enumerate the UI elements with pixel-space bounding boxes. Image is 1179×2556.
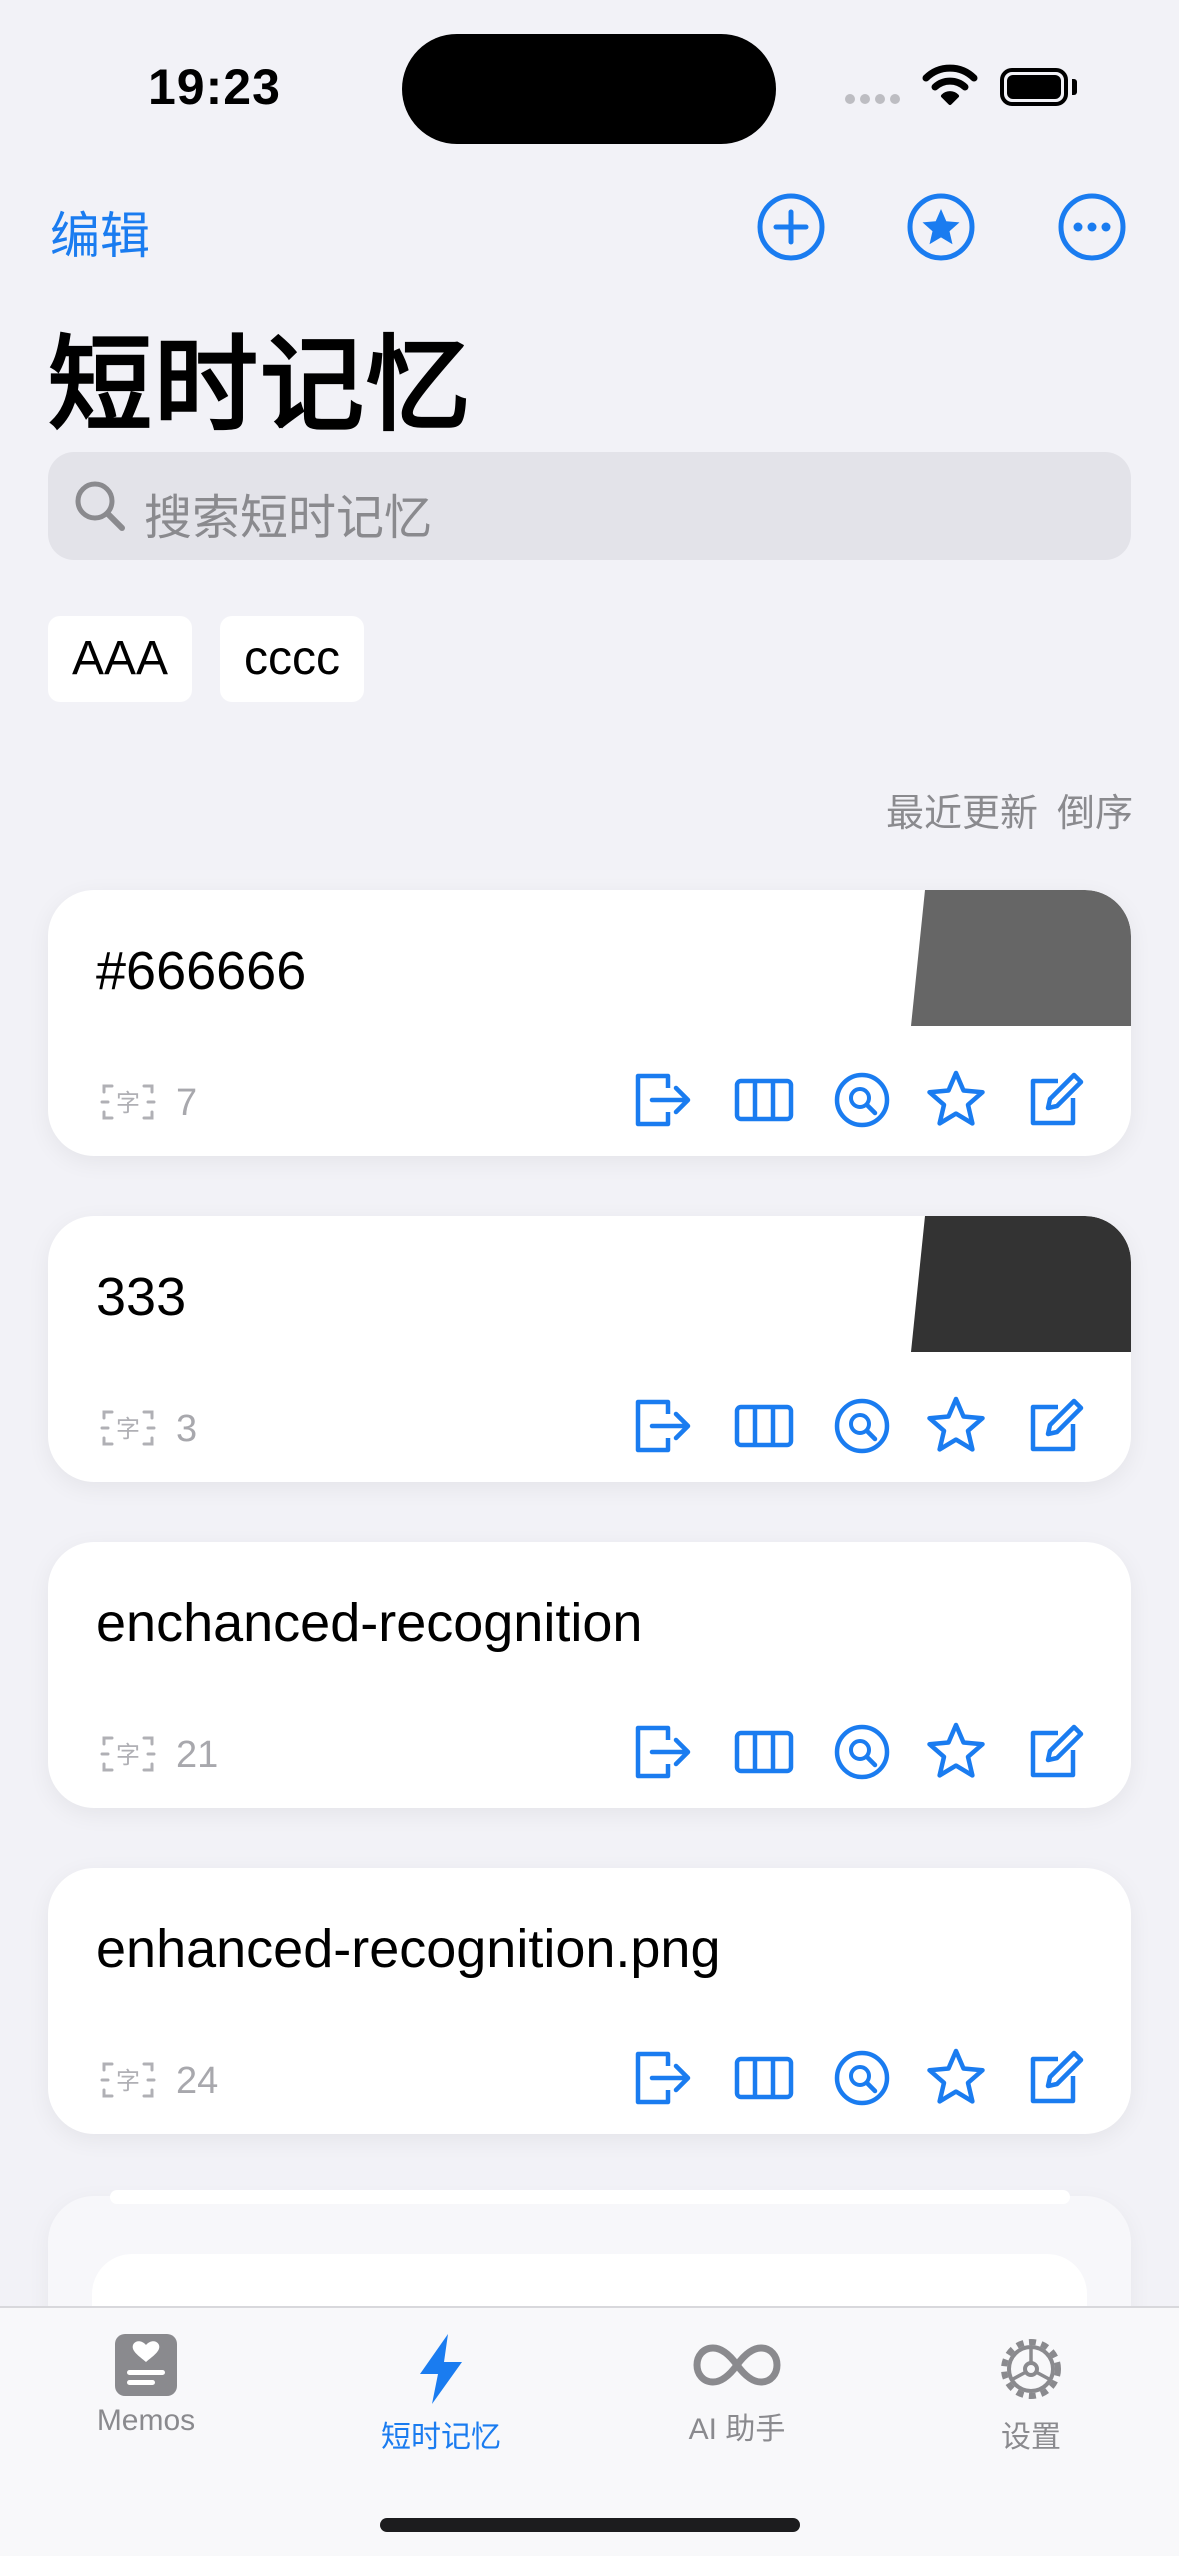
tab-label: 设置 — [1001, 2421, 1061, 2454]
sort-field-button[interactable]: 最近更新 — [886, 782, 1038, 837]
export-icon[interactable] — [630, 1720, 694, 1784]
search-icon — [75, 481, 125, 531]
search-placeholder: 搜索短时记忆 — [144, 492, 433, 545]
search-circle-icon[interactable] — [830, 2046, 894, 2110]
edit-icon[interactable] — [1022, 1068, 1086, 1132]
search-circle-icon[interactable] — [830, 1394, 894, 1458]
gear-icon — [1001, 2339, 1061, 2399]
card-title: #666666 — [96, 941, 307, 1001]
edit-icon[interactable] — [1022, 1394, 1086, 1458]
character-count-icon — [100, 1082, 156, 1122]
tag-chip[interactable]: AAA — [48, 616, 193, 702]
color-swatch — [911, 890, 1131, 1026]
tab-label: Memos — [96, 2404, 196, 2437]
plus-circle-icon[interactable] — [756, 192, 826, 262]
search-field[interactable]: 搜索短时记忆 — [48, 452, 1131, 560]
star-icon[interactable] — [924, 1068, 988, 1132]
color-swatch — [911, 1216, 1131, 1352]
character-count: 7 — [176, 1082, 198, 1124]
edit-button[interactable]: 编辑 — [50, 196, 150, 268]
character-count: 21 — [176, 1734, 219, 1776]
export-icon[interactable] — [630, 1068, 694, 1132]
search-circle-icon[interactable] — [830, 1068, 894, 1132]
star-icon[interactable] — [924, 1720, 988, 1784]
columns-icon[interactable] — [732, 2046, 796, 2110]
tab-short-memory[interactable]: 短时记忆 — [321, 2324, 561, 2474]
character-count: 24 — [176, 2060, 219, 2102]
tab-label: AI 助手 — [688, 2413, 786, 2446]
character-count-icon — [100, 1408, 156, 1448]
character-count-icon — [100, 2060, 156, 2100]
star-circle-icon[interactable] — [906, 192, 976, 262]
columns-icon[interactable] — [732, 1068, 796, 1132]
memory-card[interactable]: enhanced-recognition.png 24 — [48, 1868, 1131, 2134]
columns-icon[interactable] — [732, 1720, 796, 1784]
dynamic-island — [402, 34, 776, 144]
page-title: 短时记忆 — [48, 328, 473, 444]
wifi-icon — [922, 64, 978, 105]
card-title: enchanced-recognition — [96, 1593, 643, 1653]
memory-card[interactable]: #666666 7 — [48, 890, 1131, 1156]
edit-icon[interactable] — [1022, 1720, 1086, 1784]
card-stack-edge — [110, 2190, 1070, 2204]
character-count-icon — [100, 1734, 156, 1774]
battery-icon — [1000, 68, 1068, 106]
export-icon[interactable] — [630, 2046, 694, 2110]
tab-label: 短时记忆 — [381, 2421, 501, 2454]
export-icon[interactable] — [630, 1394, 694, 1458]
status-bar: 19:23 — [0, 0, 1179, 170]
character-count: 3 — [176, 1408, 198, 1450]
infinity-icon — [693, 2344, 781, 2386]
ellipsis-circle-icon[interactable] — [1057, 192, 1127, 262]
memory-card[interactable]: enchanced-recognition 21 — [48, 1542, 1131, 1808]
columns-icon[interactable] — [732, 1394, 796, 1458]
edit-icon[interactable] — [1022, 2046, 1086, 2110]
sort-order-button[interactable]: 倒序 — [1057, 782, 1133, 837]
star-icon[interactable] — [924, 2046, 988, 2110]
memo-heart-icon — [115, 2334, 177, 2396]
tab-ai-assistant[interactable]: AI 助手 — [617, 2324, 857, 2474]
tab-settings[interactable]: 设置 — [911, 2324, 1151, 2474]
tag-chip[interactable]: cccc — [220, 616, 364, 702]
card-title: enhanced-recognition.png — [96, 1919, 721, 1979]
card-title: 333 — [96, 1267, 187, 1327]
search-circle-icon[interactable] — [830, 1720, 894, 1784]
memory-card[interactable]: 333 3 — [48, 1216, 1131, 1482]
star-icon[interactable] — [924, 1394, 988, 1458]
tab-memos[interactable]: Memos — [26, 2324, 266, 2474]
status-time: 19:23 — [148, 59, 281, 115]
home-indicator — [380, 2518, 800, 2532]
bolt-icon — [420, 2334, 462, 2404]
